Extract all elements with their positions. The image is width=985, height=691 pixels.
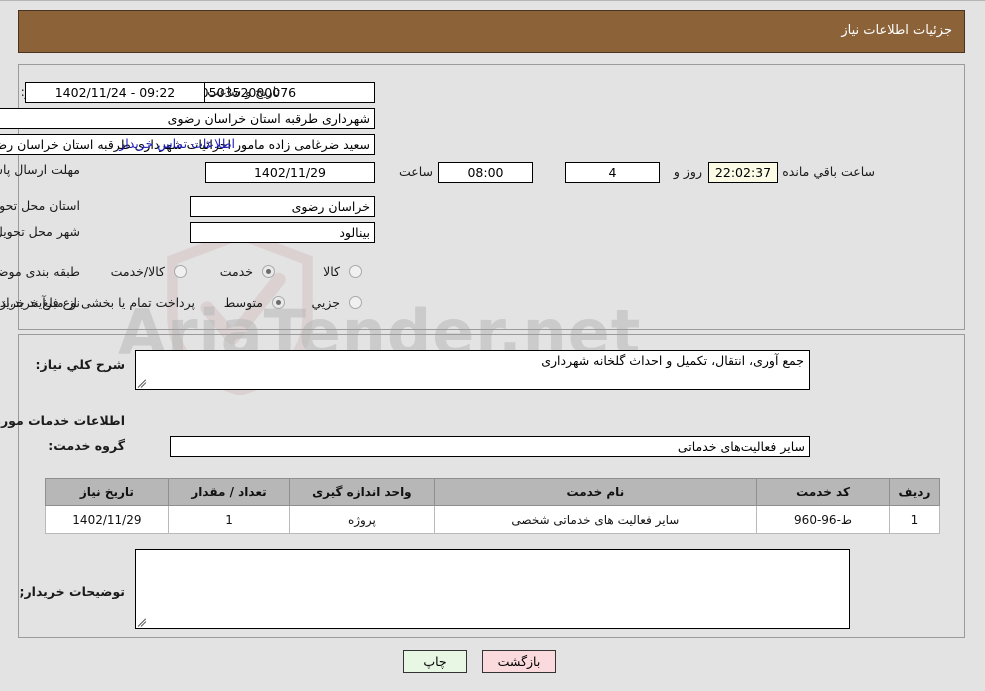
buyer-notes-textarea[interactable] (135, 549, 850, 629)
deadline-time-label: ساعت (398, 164, 433, 179)
cell-need-date: 1402/11/29 (45, 505, 169, 534)
radio-process-jozei[interactable] (349, 296, 362, 309)
col-code: کد خدمت (756, 478, 890, 506)
buyer-contact-link[interactable]: اطلاعات تماس خریدار (119, 136, 235, 151)
buyer-notes-label: توضیحات خریدار; (19, 584, 125, 599)
radio-category-khedmat-label: خدمت (219, 264, 253, 279)
footer-divider (0, 0, 985, 2)
radio-category-kala-label: کالا (323, 264, 340, 279)
delivery-city-value: بینالود (190, 222, 375, 243)
resize-grip-icon[interactable] (137, 617, 148, 627)
back-button[interactable]: بازگشت (482, 650, 556, 673)
radio-process-motevaset-label: متوسط (223, 295, 263, 310)
page-header-bar: جزئیات اطلاعات نیاز (18, 10, 965, 53)
service-group-label: گروه خدمت: (48, 438, 125, 453)
deadline-time-value: 08:00 (438, 162, 533, 183)
cell-unit: پروژه (289, 505, 435, 534)
delivery-province-value: خراسان رضوی (190, 196, 375, 217)
page-title: جزئیات اطلاعات نیاز (841, 23, 952, 38)
table-row: 1 ط-96-960 سایر فعالیت های خدماتی شخصی پ… (45, 505, 941, 534)
cell-quantity: 1 (167, 505, 291, 534)
services-table: ردیف کد خدمت نام خدمت واحد اندازه گیری ت… (45, 478, 941, 534)
cell-name: سایر فعالیت های خدماتی شخصی (433, 505, 758, 534)
resize-grip-icon[interactable] (137, 378, 148, 388)
days-label: روز و (673, 164, 702, 179)
general-need-textarea[interactable]: جمع آوری، انتقال، تکمیل و احداث گلخانه ش… (135, 350, 810, 390)
cell-row: 1 (888, 505, 941, 534)
radio-category-kala-khedmat[interactable] (174, 265, 187, 278)
col-unit: واحد اندازه گیری (289, 478, 435, 506)
delivery-province-label: استان محل تحویل: (0, 198, 80, 213)
subject-category-label: طبقه بندی موضوعی: (0, 264, 80, 279)
radio-category-kala-khedmat-label: کالا/خدمت (110, 264, 165, 279)
delivery-city-label: شهر محل تحویل: (0, 224, 80, 239)
countdown-label: ساعت باقي مانده (782, 164, 875, 179)
deadline-date-value: 1402/11/29 (205, 162, 375, 183)
col-name: نام خدمت (433, 478, 758, 506)
services-section-title: اطلاعات خدمات مورد نیاز (0, 413, 125, 428)
general-need-value: جمع آوری، انتقال، تکمیل و احداث گلخانه ش… (541, 353, 804, 368)
general-need-label: شرح کلي نیاز: (35, 357, 125, 372)
col-row: ردیف (888, 478, 941, 506)
buyer-org-value: شهرداری طرقبه استان خراسان رضوی (0, 108, 375, 129)
need-info-panel (18, 64, 965, 330)
print-button[interactable]: چاپ (403, 650, 467, 673)
table-header-row: ردیف کد خدمت نام خدمت واحد اندازه گیری ت… (45, 478, 941, 506)
cell-code: ط-96-960 (756, 505, 890, 534)
announce-datetime-value: 09:22 - 1402/11/24 (25, 82, 205, 103)
col-quantity: تعداد / مقدار (167, 478, 291, 506)
radio-process-jozei-label: جزیي (311, 295, 340, 310)
col-need-date: تاریخ نیاز (45, 478, 169, 506)
deadline-label: مهلت ارسال پاسخ: تا تاریخ: (0, 162, 80, 177)
payment-note: پرداخت تمام یا بخشی از مبلغ خرید،از محل … (0, 295, 195, 310)
radio-process-motevaset[interactable] (272, 296, 285, 309)
radio-category-kala[interactable] (349, 265, 362, 278)
radio-category-khedmat[interactable] (262, 265, 275, 278)
countdown-timer: 22:02:37 (708, 162, 778, 183)
days-remaining-value: 4 (565, 162, 660, 183)
service-group-value: سایر فعالیت‌های خدماتی (170, 436, 810, 457)
